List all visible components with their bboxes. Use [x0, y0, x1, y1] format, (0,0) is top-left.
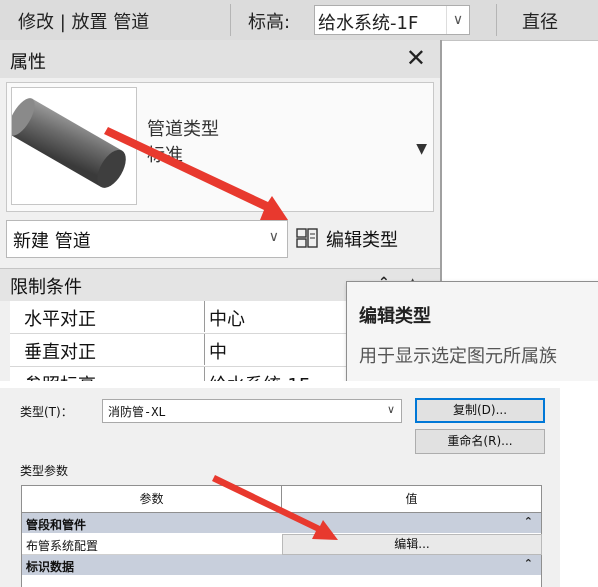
- group-pipe-segments[interactable]: 管段和管件 ⌃: [22, 513, 541, 533]
- type-selector[interactable]: 管道类型 标准 ▼: [6, 82, 434, 212]
- group-title: 限制条件: [10, 277, 82, 298]
- caret-down-icon[interactable]: ▼: [416, 141, 427, 157]
- level-value: 给水系统-1F: [318, 13, 419, 34]
- type-name-label: 标准: [147, 145, 183, 166]
- ribbon-options-bar: 修改 | 放置 管道 标高: 给水系统-1F ∨ 直径: [0, 0, 598, 41]
- edit-type-label: 编辑类型: [326, 230, 398, 251]
- rename-button[interactable]: 重命名(R)...: [415, 429, 545, 454]
- edit-type-button[interactable]: 编辑类型: [296, 222, 432, 256]
- tooltip-title: 编辑类型: [359, 306, 431, 327]
- group-title: 管段和管件: [26, 518, 87, 532]
- type-dropdown[interactable]: 消防管-XL ∨: [102, 399, 402, 423]
- property-value-field[interactable]: 中: [204, 334, 355, 365]
- property-value: 中: [209, 342, 227, 363]
- tooltip-description: 用于显示选定图元所属族: [359, 346, 557, 367]
- chevron-down-icon[interactable]: ∨: [387, 403, 395, 416]
- panel-header: 属性 ✕: [0, 40, 440, 78]
- column-header-value[interactable]: 值: [282, 486, 541, 512]
- duplicate-button[interactable]: 复制(D)...: [415, 398, 545, 423]
- type-name: 管道类型 标准: [147, 117, 219, 169]
- column-header-param[interactable]: 参数: [22, 486, 282, 512]
- instance-filter-dropdown[interactable]: 新建 管道 ∨: [6, 220, 288, 258]
- type-family-label: 管道类型: [147, 119, 219, 140]
- property-name: 参照标高: [24, 371, 96, 381]
- properties-screenshot: 修改 | 放置 管道 标高: 给水系统-1F ∨ 直径 属性 ✕ 管道类型 标准…: [0, 0, 598, 381]
- image-divider: [0, 381, 598, 388]
- context-tab-label: 修改 | 放置 管道: [18, 12, 150, 33]
- instance-filter-value: 新建 管道: [13, 231, 91, 252]
- panel-title: 属性: [10, 52, 46, 73]
- close-icon[interactable]: ✕: [406, 44, 426, 72]
- chevron-down-icon[interactable]: ∨: [446, 6, 469, 34]
- type-params-grid: 参数 值 管段和管件 ⌃ 布管系统配置 编辑... 标识数据 ⌃: [21, 485, 542, 587]
- property-name: 垂直对正: [24, 342, 96, 363]
- ribbon-separator: [496, 4, 497, 36]
- type-label: 类型(T)：: [20, 405, 73, 419]
- type-params-label: 类型参数: [20, 464, 69, 478]
- ribbon-separator: [230, 4, 231, 36]
- level-dropdown[interactable]: 给水系统-1F ∨: [314, 5, 470, 35]
- level-label: 标高:: [248, 12, 291, 33]
- group-title: 标识数据: [26, 560, 75, 574]
- diameter-label: 直径: [522, 12, 558, 33]
- type-value: 消防管-XL: [108, 405, 166, 419]
- param-name: 布管系统配置: [26, 539, 99, 553]
- grid-header: 参数 值: [22, 486, 541, 513]
- edit-routing-button[interactable]: 编辑...: [282, 534, 542, 555]
- property-name: 水平对正: [24, 309, 96, 330]
- table-row[interactable]: 布管系统配置 编辑...: [22, 534, 542, 555]
- property-value: 给水系统-1F: [209, 371, 309, 381]
- chevron-down-icon[interactable]: ∨: [269, 229, 279, 245]
- property-value-field[interactable]: 给水系统-1F: [204, 367, 355, 381]
- collapse-icon[interactable]: ⌃: [524, 557, 533, 570]
- group-identity-data[interactable]: 标识数据 ⌃: [22, 555, 541, 575]
- property-value-field[interactable]: 中心: [204, 301, 355, 332]
- collapse-icon[interactable]: ⌃: [524, 515, 533, 528]
- pipe-icon: [8, 98, 126, 188]
- edit-type-icon: [296, 228, 318, 248]
- type-properties-dialog: 类型(T)： 消防管-XL ∨ 复制(D)... 重命名(R)... 类型参数 …: [0, 388, 560, 587]
- pipe-thumbnail: [8, 87, 137, 205]
- property-value: 中心: [209, 309, 245, 330]
- edit-type-tooltip: 编辑类型 用于显示选定图元所属族: [346, 281, 598, 381]
